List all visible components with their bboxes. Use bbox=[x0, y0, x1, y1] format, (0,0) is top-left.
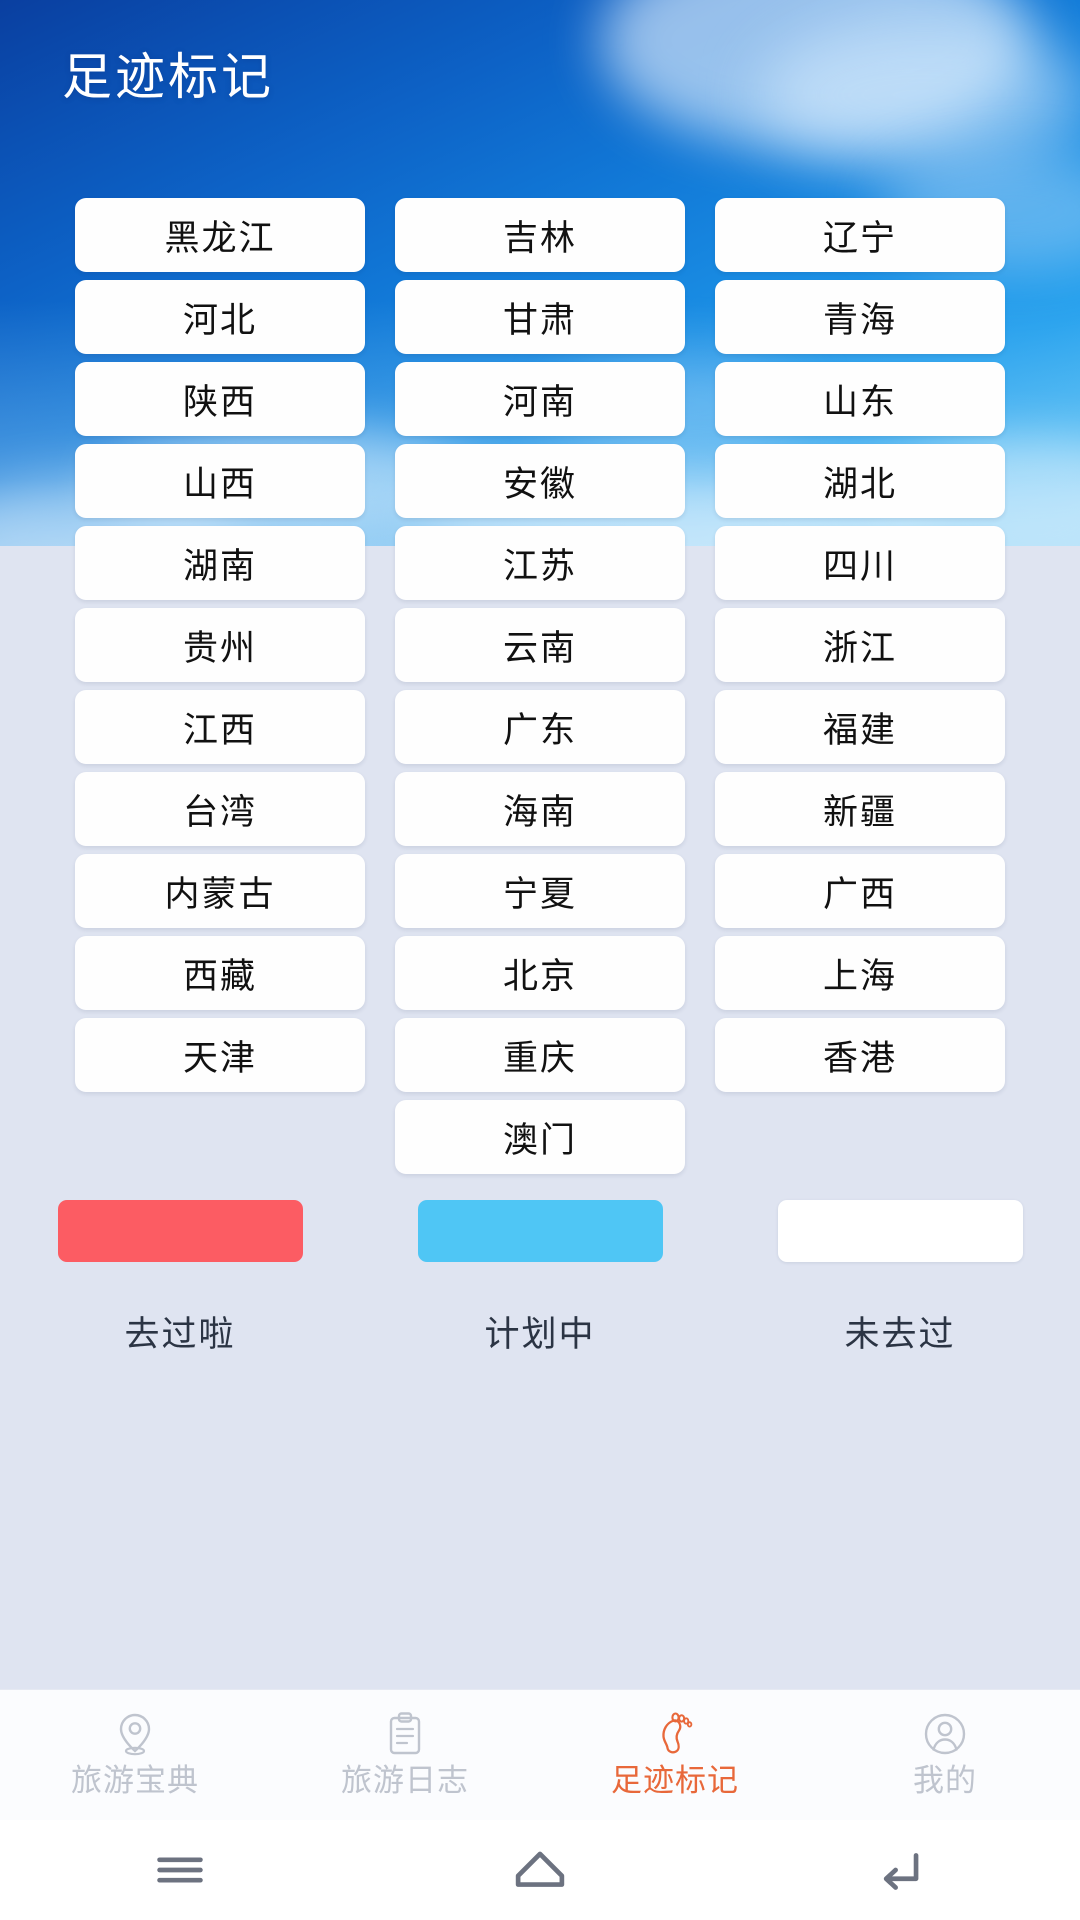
tab-user-circle[interactable]: 我的 bbox=[810, 1690, 1080, 1820]
tab-footprint[interactable]: 足迹标记 bbox=[540, 1690, 810, 1820]
legend-label: 未去过 bbox=[844, 1315, 956, 1354]
province-button[interactable]: 云南 bbox=[395, 608, 685, 682]
home-icon bbox=[515, 1851, 565, 1887]
menu-lines-icon bbox=[157, 1857, 203, 1883]
tab-label: 旅游日志 bbox=[341, 1763, 469, 1798]
province-button[interactable]: 广东 bbox=[395, 690, 685, 764]
legend-label: 去过啦 bbox=[124, 1315, 236, 1354]
province-button[interactable]: 福建 bbox=[715, 690, 1005, 764]
cloud-shape bbox=[600, 0, 1030, 150]
province-button[interactable]: 江苏 bbox=[395, 526, 685, 600]
recents-button[interactable] bbox=[145, 1835, 215, 1905]
tab-label: 旅游宝典 bbox=[71, 1763, 199, 1798]
province-button[interactable]: 山东 bbox=[715, 362, 1005, 436]
province-button[interactable]: 黑龙江 bbox=[75, 198, 365, 272]
province-button[interactable]: 河南 bbox=[395, 362, 685, 436]
user-circle-icon bbox=[924, 1713, 966, 1755]
province-button[interactable]: 宁夏 bbox=[395, 854, 685, 928]
province-button[interactable]: 上海 bbox=[715, 936, 1005, 1010]
province-button[interactable]: 四川 bbox=[715, 526, 1005, 600]
cloud-shape bbox=[760, 20, 1080, 170]
home-button[interactable] bbox=[505, 1835, 575, 1905]
province-button[interactable]: 陕西 bbox=[75, 362, 365, 436]
province-button[interactable]: 浙江 bbox=[715, 608, 1005, 682]
province-button[interactable]: 西藏 bbox=[75, 936, 365, 1010]
province-button[interactable]: 江西 bbox=[75, 690, 365, 764]
province-button[interactable]: 北京 bbox=[395, 936, 685, 1010]
province-grid: 黑龙江 吉林 辽宁 河北 甘肃 青海 陕西 河南 山东 山西 安徽 湖北 湖南 江苏 四川 贵州 云南 浙江 江西广… bbox=[75, 198, 1005, 1174]
legend-swatch-visited bbox=[57, 1200, 303, 1262]
province-button[interactable]: 重庆 bbox=[395, 1018, 685, 1092]
legend-item-visited: 去过啦 bbox=[0, 1200, 360, 1357]
legend-label: 计划中 bbox=[484, 1315, 596, 1354]
province-button[interactable]: 海南 bbox=[395, 772, 685, 846]
footprint-icon bbox=[662, 1712, 693, 1754]
province-button[interactable]: 贵州 bbox=[75, 608, 365, 682]
province-cell-placeholder bbox=[75, 1100, 365, 1174]
province-button[interactable]: 山西 bbox=[75, 444, 365, 518]
province-button[interactable]: 甘肃 bbox=[395, 280, 685, 354]
system-navigation-bar bbox=[0, 1820, 1080, 1920]
tab-label: 足迹标记 bbox=[611, 1763, 739, 1798]
province-button[interactable]: 安徽 bbox=[395, 444, 685, 518]
page-title: 足迹标记 bbox=[62, 49, 274, 105]
province-button[interactable]: 河北 bbox=[75, 280, 365, 354]
province-button[interactable]: 天津 bbox=[75, 1018, 365, 1092]
legend-item-planned: 计划中 bbox=[360, 1200, 720, 1357]
bottom-tab-bar: 旅游宝典 旅游日志 足迹标记 我的 bbox=[0, 1689, 1080, 1820]
back-arrow-icon bbox=[883, 1853, 919, 1890]
province-button[interactable]: 新疆 bbox=[715, 772, 1005, 846]
province-button[interactable]: 湖北 bbox=[715, 444, 1005, 518]
location-pin-icon bbox=[119, 1713, 151, 1756]
province-button[interactable]: 澳门 bbox=[395, 1100, 685, 1174]
province-button[interactable]: 吉林 bbox=[395, 198, 685, 272]
province-button[interactable]: 内蒙古 bbox=[75, 854, 365, 928]
province-button[interactable]: 青海 bbox=[715, 280, 1005, 354]
back-button[interactable] bbox=[865, 1835, 935, 1905]
tab-clipboard[interactable]: 旅游日志 bbox=[270, 1690, 540, 1820]
province-button[interactable]: 广西 bbox=[715, 854, 1005, 928]
tab-label: 我的 bbox=[913, 1763, 977, 1798]
province-button[interactable]: 辽宁 bbox=[715, 198, 1005, 272]
legend: 去过啦 计划中 未去过 bbox=[0, 1200, 1080, 1357]
app-root: 足迹标记 黑龙江 吉林 辽宁河北 甘肃 青海陕西 河南 山东山西 安徽 湖北湖南 江苏 四川贵州 云南… bbox=[0, 0, 1080, 1920]
province-button[interactable]: 台湾 bbox=[75, 772, 365, 846]
legend-swatch-not-visited bbox=[777, 1200, 1023, 1262]
province-cell-placeholder bbox=[715, 1100, 1005, 1174]
tab-location-pin[interactable]: 旅游宝典 bbox=[0, 1690, 270, 1820]
legend-swatch-planned bbox=[417, 1200, 663, 1262]
province-button[interactable]: 湖南 bbox=[75, 526, 365, 600]
legend-item-not-visited: 未去过 bbox=[720, 1200, 1080, 1357]
clipboard-icon bbox=[389, 1712, 421, 1755]
province-button[interactable]: 香港 bbox=[715, 1018, 1005, 1092]
